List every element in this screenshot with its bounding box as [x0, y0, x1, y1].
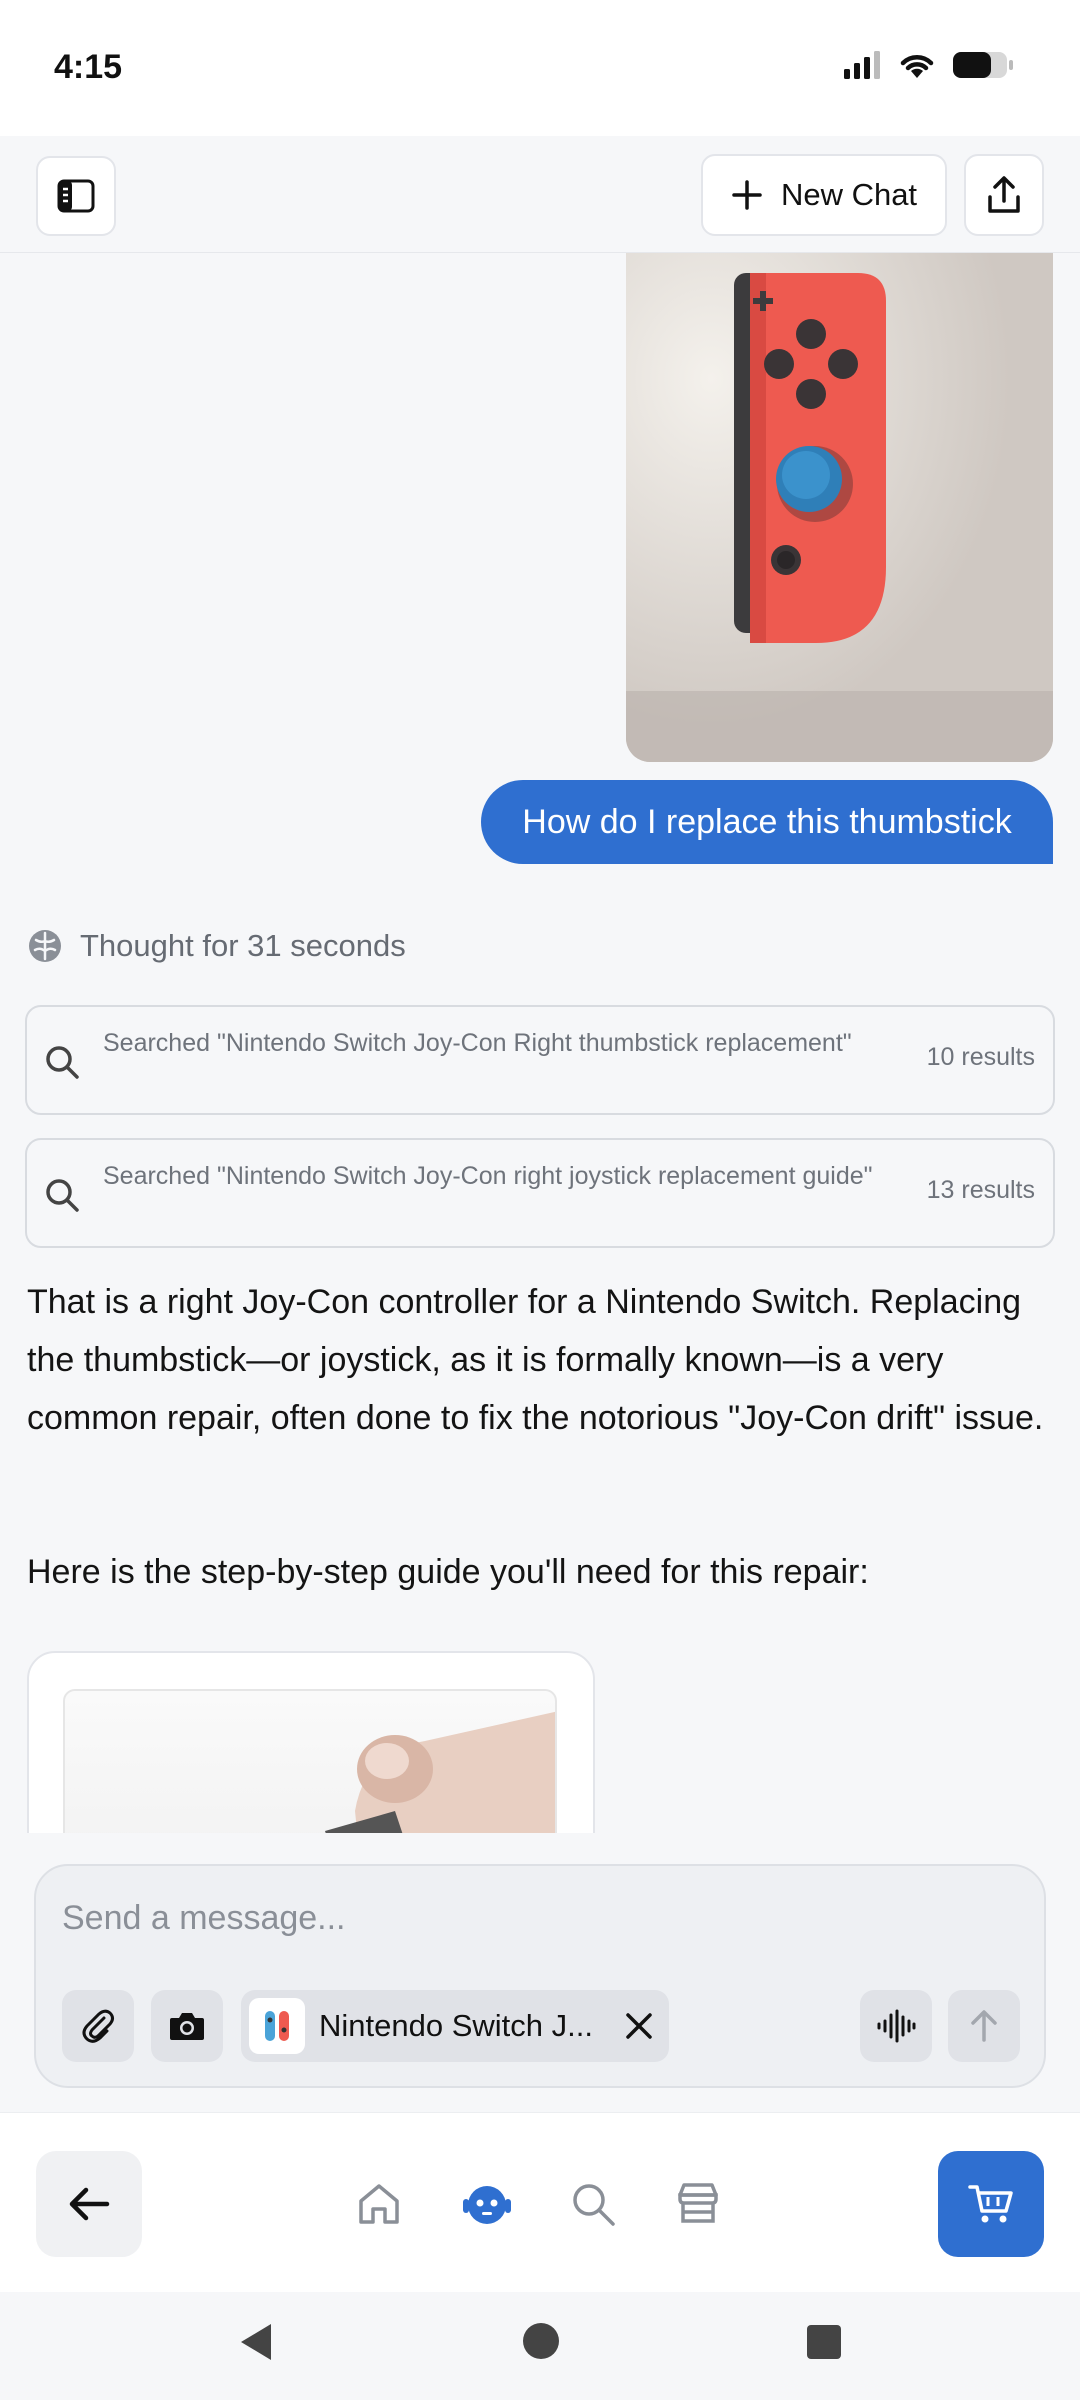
search-query: Searched "Nintendo Switch Joy-Con Right … — [103, 1029, 852, 1057]
cart-icon — [968, 2185, 1013, 2223]
signal-icon — [844, 51, 880, 79]
sidebar-toggle-button[interactable] — [36, 156, 116, 236]
hand-thumbstick-illustration — [325, 1711, 555, 1833]
new-chat-label: New Chat — [780, 177, 918, 212]
status-icons — [844, 50, 1014, 80]
search-query: Searched "Nintendo Switch Joy-Con right … — [103, 1162, 873, 1190]
back-button[interactable] — [36, 2151, 142, 2257]
arrow-left-icon — [69, 2187, 110, 2221]
send-button[interactable] — [948, 1990, 1020, 2062]
status-time: 4:15 — [54, 48, 123, 86]
waveform-icon — [877, 2009, 916, 2043]
home-icon[interactable] — [356, 2181, 402, 2227]
system-recents-icon[interactable] — [806, 2324, 842, 2360]
brain-icon — [29, 930, 61, 962]
system-navigation-bar — [0, 2292, 1080, 2400]
attach-button[interactable] — [62, 1990, 134, 2062]
thought-label: Thought for 31 seconds — [80, 928, 406, 963]
paperclip-icon — [82, 2009, 114, 2043]
joycon-thumbnail-icon — [265, 2011, 289, 2041]
chat-transcript[interactable]: How do I replace this thumbstick Thought… — [0, 253, 1080, 1833]
battery-icon — [953, 52, 1013, 78]
camera-button[interactable] — [151, 1990, 223, 2062]
new-chat-button[interactable]: New Chat — [701, 154, 947, 236]
bottom-navigation — [0, 2112, 1080, 2292]
cart-button[interactable] — [938, 2151, 1044, 2257]
message-input[interactable] — [62, 1888, 962, 1948]
sidebar-toggle-icon — [57, 179, 95, 213]
voice-input-button[interactable] — [860, 1990, 932, 2062]
share-button[interactable] — [964, 154, 1044, 236]
thought-indicator[interactable]: Thought for 31 seconds — [26, 927, 406, 965]
assistant-answer-paragraph: Here is the step-by-step guide you'll ne… — [27, 1553, 869, 1591]
search-icon[interactable] — [570, 2181, 616, 2227]
user-message-bubble: How do I replace this thumbstick — [481, 780, 1053, 864]
search-icon — [46, 1046, 79, 1079]
status-bar: 4:15 — [0, 0, 1080, 136]
arrow-up-icon — [971, 2010, 997, 2042]
close-icon[interactable] — [623, 2010, 655, 2042]
guide-image — [63, 1689, 557, 1833]
system-home-icon[interactable] — [522, 2322, 560, 2360]
robot-icon[interactable] — [462, 2181, 512, 2227]
assistant-answer-paragraph: That is a right Joy-Con controller for a… — [27, 1283, 1044, 1437]
chip-thumbnail — [249, 1998, 305, 2054]
share-upload-icon — [988, 176, 1020, 213]
repair-guide-card[interactable] — [27, 1651, 595, 1833]
system-back-icon[interactable] — [238, 2322, 274, 2362]
search-result-card[interactable]: Searched "Nintendo Switch Joy-Con Right … — [25, 1005, 1055, 1115]
search-result-card[interactable]: Searched "Nintendo Switch Joy-Con right … — [25, 1138, 1055, 1248]
plus-icon — [732, 180, 762, 210]
search-result-count: 10 results — [926, 1043, 1035, 1071]
store-icon[interactable] — [676, 2181, 720, 2225]
chip-label: Nintendo Switch J... — [319, 2008, 593, 2043]
search-icon — [46, 1179, 79, 1212]
attached-product-chip[interactable]: Nintendo Switch J... — [241, 1990, 669, 2062]
chat-header: New Chat — [0, 136, 1080, 253]
camera-icon — [170, 2013, 204, 2040]
message-composer: Nintendo Switch J... — [34, 1864, 1046, 2088]
wifi-icon — [900, 55, 934, 78]
joycon-photo-illustration — [626, 253, 1053, 762]
search-result-count: 13 results — [926, 1176, 1035, 1204]
user-photo-joycon[interactable] — [626, 253, 1053, 762]
